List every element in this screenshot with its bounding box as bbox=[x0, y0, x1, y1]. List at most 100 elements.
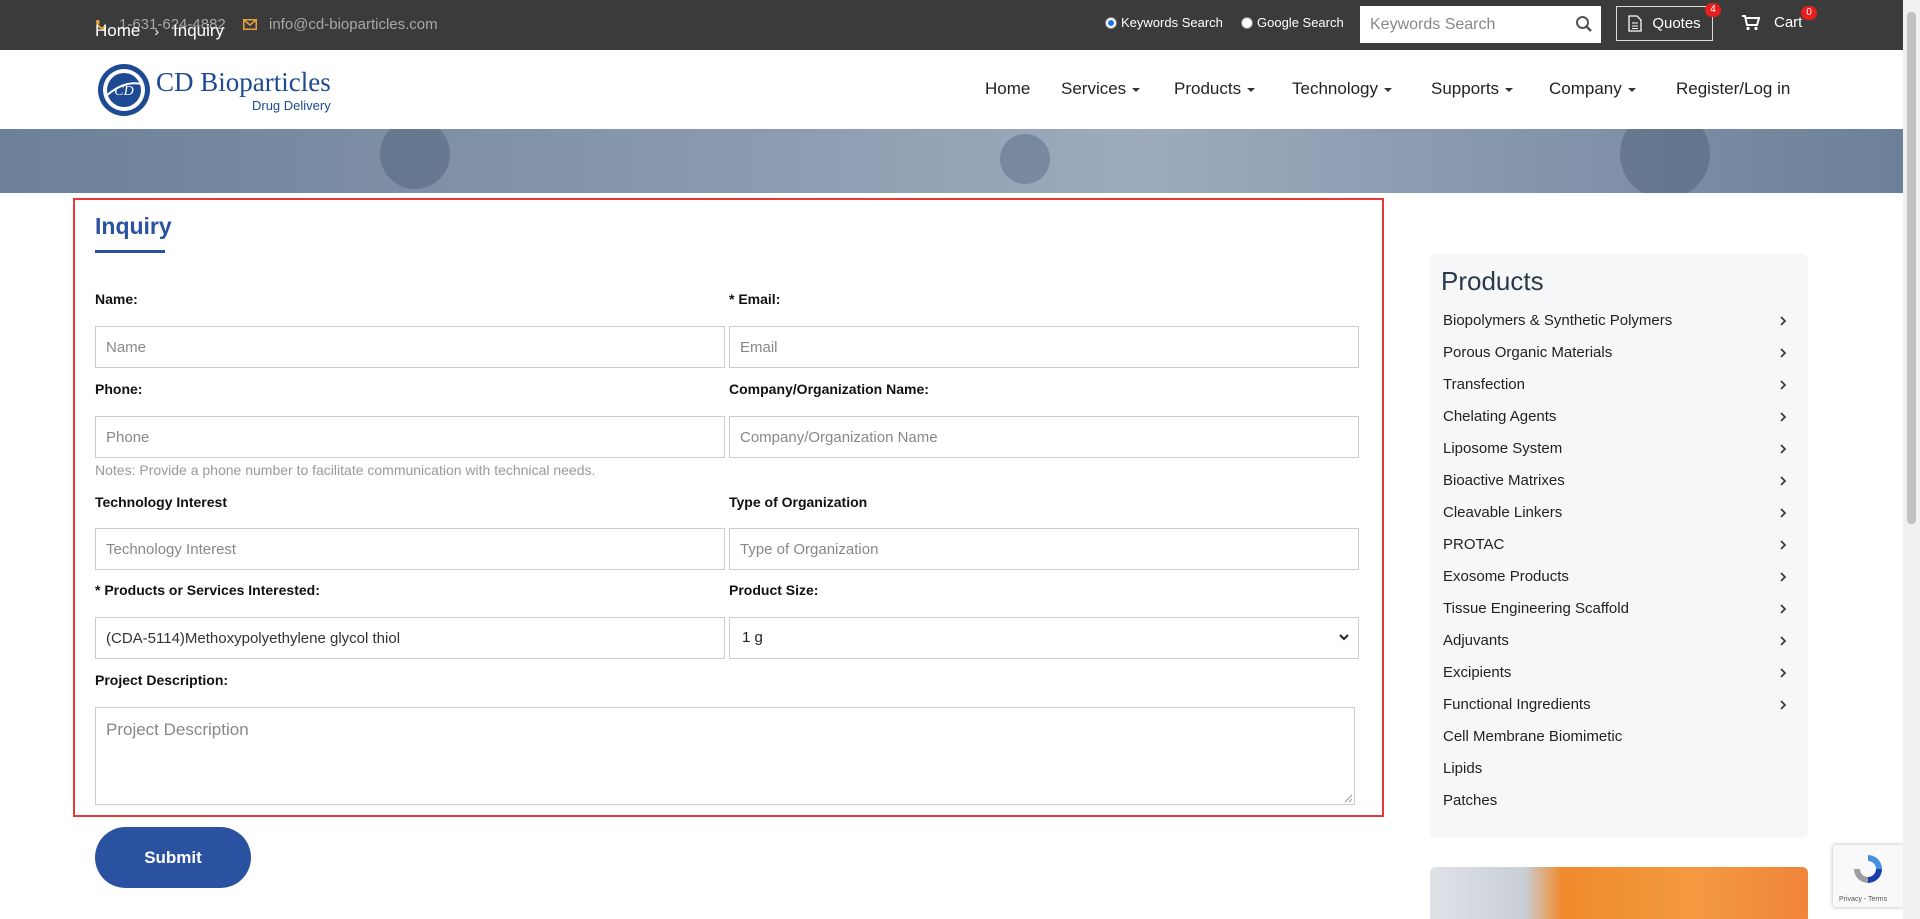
radio-button-unchecked[interactable] bbox=[1241, 16, 1253, 29]
project-description-field[interactable] bbox=[95, 707, 1355, 805]
sidebar-item-label: Adjuvants bbox=[1443, 632, 1509, 649]
radio-google-search[interactable]: Google Search bbox=[1241, 15, 1344, 30]
phone-note: Notes: Provide a phone number to facilit… bbox=[95, 462, 596, 478]
phone-field[interactable] bbox=[95, 416, 725, 458]
chevron-down-icon bbox=[1339, 634, 1349, 641]
name-field[interactable] bbox=[95, 326, 725, 368]
cart-count-badge: 0 bbox=[1801, 6, 1817, 20]
email-field[interactable] bbox=[729, 326, 1359, 368]
sidebar-item[interactable]: Liposome System bbox=[1443, 440, 1789, 457]
chevron-right-icon bbox=[1780, 443, 1787, 454]
sidebar-item[interactable]: Bioactive Matrixes bbox=[1443, 472, 1789, 489]
sidebar-item[interactable]: Tissue Engineering Scaffold bbox=[1443, 600, 1789, 617]
email-label: * Email: bbox=[729, 291, 781, 307]
page-banner bbox=[0, 129, 1903, 193]
sidebar-item-label: Cleavable Linkers bbox=[1443, 504, 1563, 521]
nav-register-login[interactable]: Register/Log in bbox=[1676, 79, 1790, 99]
quotes-label: Quotes bbox=[1652, 15, 1701, 32]
sidebar-item[interactable]: Biopolymers & Synthetic Polymers bbox=[1443, 312, 1789, 329]
caret-down-icon bbox=[1247, 88, 1256, 92]
company-field[interactable] bbox=[729, 416, 1359, 458]
breadcrumb: Home › Inquiry bbox=[95, 21, 224, 41]
chevron-right-icon bbox=[1780, 411, 1787, 422]
nav-products[interactable]: Products bbox=[1174, 79, 1256, 99]
recaptcha-terms[interactable]: Privacy - Terms bbox=[1839, 896, 1887, 903]
nav-home[interactable]: Home bbox=[985, 79, 1030, 99]
products-interested-field[interactable] bbox=[95, 617, 725, 659]
product-size-select[interactable]: 1 g bbox=[729, 617, 1359, 659]
scrollbar-thumb[interactable] bbox=[1907, 12, 1916, 524]
banner-decoration bbox=[1620, 129, 1710, 193]
svg-text:CD: CD bbox=[114, 84, 133, 99]
sidebar-item-label: Exosome Products bbox=[1443, 568, 1569, 585]
organization-type-label: Type of Organization bbox=[729, 494, 868, 510]
form-title: Inquiry bbox=[95, 213, 172, 239]
logo-tagline: Drug Delivery bbox=[251, 97, 331, 113]
nav-supports[interactable]: Supports bbox=[1431, 79, 1514, 99]
sidebar-item[interactable]: Porous Organic Materials bbox=[1443, 344, 1789, 361]
organization-type-field[interactable] bbox=[729, 528, 1359, 570]
logo-brand-name: CD Bioparticles bbox=[156, 66, 331, 97]
title-underline bbox=[95, 250, 165, 253]
sidebar-item[interactable]: Adjuvants bbox=[1443, 632, 1789, 649]
sidebar-item-label: Biopolymers & Synthetic Polymers bbox=[1443, 312, 1673, 329]
sidebar-item[interactable]: Excipients bbox=[1443, 664, 1789, 681]
submit-button[interactable]: Submit bbox=[95, 827, 251, 888]
nav-technology[interactable]: Technology bbox=[1292, 79, 1393, 99]
sidebar-item[interactable]: Cleavable Linkers bbox=[1443, 504, 1789, 521]
technology-interest-field[interactable] bbox=[95, 528, 725, 570]
nav-services[interactable]: Services bbox=[1061, 79, 1141, 99]
sidebar-item-label: Transfection bbox=[1443, 376, 1525, 393]
sidebar-item-label: Chelating Agents bbox=[1443, 408, 1557, 425]
document-icon bbox=[1628, 15, 1642, 32]
logo-emblem: CD bbox=[98, 64, 150, 116]
page-scrollbar[interactable] bbox=[1903, 0, 1920, 919]
sidebar-item[interactable]: Transfection bbox=[1443, 376, 1789, 393]
sidebar-promo-image[interactable] bbox=[1430, 867, 1808, 919]
company-label: Company/Organization Name: bbox=[729, 381, 929, 397]
caret-down-icon bbox=[1627, 88, 1636, 92]
radio-button-checked[interactable] bbox=[1105, 16, 1117, 29]
site-logo[interactable]: CD CD Bioparticles Drug Delivery bbox=[96, 62, 331, 118]
sidebar-item[interactable]: Cell Membrane Biomimetic bbox=[1443, 728, 1789, 745]
recaptcha-icon bbox=[1854, 855, 1882, 883]
sidebar-item-label: Liposome System bbox=[1443, 440, 1563, 457]
sidebar-item[interactable]: Chelating Agents bbox=[1443, 408, 1789, 425]
nav-company[interactable]: Company bbox=[1549, 79, 1636, 99]
banner-decoration bbox=[1000, 134, 1050, 184]
name-label: Name: bbox=[95, 291, 138, 307]
caret-down-icon bbox=[1505, 88, 1514, 92]
products-interested-label: * Products or Services Interested: bbox=[95, 582, 320, 598]
chevron-right-icon bbox=[1780, 315, 1787, 326]
chevron-right-icon bbox=[1780, 603, 1787, 614]
chevron-right-icon: › bbox=[154, 23, 160, 39]
resize-handle-icon[interactable] bbox=[1343, 793, 1353, 803]
chevron-right-icon bbox=[1780, 699, 1787, 710]
sidebar-item[interactable]: Exosome Products bbox=[1443, 568, 1789, 585]
radio-keywords-label: Keywords Search bbox=[1121, 15, 1223, 30]
cart-button[interactable]: Cart bbox=[1742, 14, 1802, 31]
search-icon[interactable] bbox=[1575, 15, 1593, 33]
email-contact[interactable]: info@cd-bioparticles.com bbox=[243, 16, 438, 33]
caret-down-icon bbox=[1132, 88, 1141, 92]
breadcrumb-home[interactable]: Home bbox=[95, 21, 140, 41]
product-size-label: Product Size: bbox=[729, 582, 819, 598]
phone-label: Phone: bbox=[95, 381, 143, 397]
email-address: info@cd-bioparticles.com bbox=[269, 16, 438, 33]
radio-keywords-search[interactable]: Keywords Search bbox=[1105, 15, 1223, 30]
recaptcha-badge[interactable]: Privacy - Terms bbox=[1833, 845, 1903, 907]
caret-down-icon bbox=[1384, 88, 1393, 92]
sidebar-item[interactable]: PROTAC bbox=[1443, 536, 1789, 553]
project-description-label: Project Description: bbox=[95, 672, 229, 688]
radio-google-label: Google Search bbox=[1257, 15, 1344, 30]
breadcrumb-current: Inquiry bbox=[173, 21, 225, 40]
cart-icon bbox=[1742, 14, 1760, 30]
technology-interest-label: Technology Interest bbox=[95, 494, 227, 510]
search-input[interactable] bbox=[1360, 7, 1560, 42]
sidebar-item[interactable]: Lipids bbox=[1443, 760, 1789, 777]
cart-label: Cart bbox=[1774, 14, 1803, 31]
sidebar-item[interactable]: Functional Ingredients bbox=[1443, 696, 1789, 713]
chevron-right-icon bbox=[1780, 347, 1787, 358]
quotes-button[interactable]: Quotes bbox=[1616, 6, 1713, 41]
sidebar-item[interactable]: Patches bbox=[1443, 792, 1789, 809]
